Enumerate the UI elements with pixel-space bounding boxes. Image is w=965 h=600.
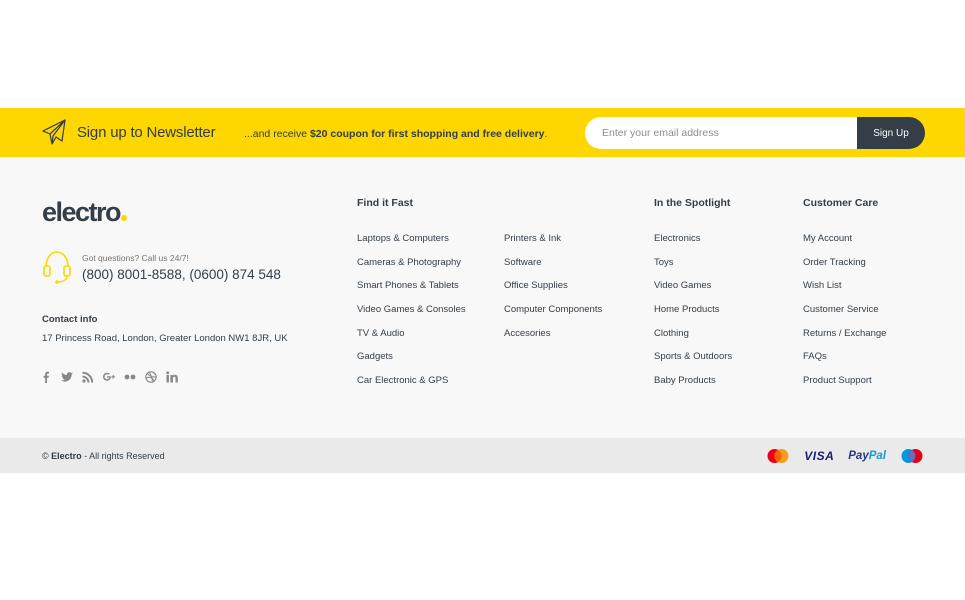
customer-care-links: My Account Order Tracking Wish List Cust… xyxy=(803,233,886,399)
footer-main: electro Got questions? Call us 24/7! (80… xyxy=(0,157,965,438)
footer-link[interactable]: Accesories xyxy=(504,328,602,352)
footer-link[interactable]: Sports & Outdoors xyxy=(654,351,732,375)
footer-link[interactable]: Computer Components xyxy=(504,304,602,328)
newsletter-promo-text: ...and receive $20 coupon for first shop… xyxy=(244,128,547,140)
newsletter-promo-suffix: . xyxy=(544,128,548,140)
support-phone-numbers: (800) 8001-8588, (0600) 874 548 xyxy=(82,267,281,282)
find-it-fast-title: Find it Fast xyxy=(357,197,413,209)
footer-link[interactable]: Laptops & Computers xyxy=(357,233,466,257)
column-spacer xyxy=(504,197,602,211)
newsletter-promo-prefix: ...and receive xyxy=(244,128,310,140)
footer-link[interactable]: Software xyxy=(504,257,602,281)
footer-link[interactable]: Product Support xyxy=(803,375,886,399)
support-caption: Got questions? Call us 24/7! xyxy=(82,253,189,263)
logo-dot xyxy=(121,215,128,221)
newsletter-form: Sign Up xyxy=(585,117,925,149)
footer-link[interactable]: Printers & Ink xyxy=(504,233,602,257)
footer-link[interactable]: Customer Service xyxy=(803,304,886,328)
footer-link[interactable]: Returns / Exchange xyxy=(803,328,886,352)
contact-address: 17 Princess Road, London, Greater London… xyxy=(42,333,288,344)
spotlight-title: In the Spotlight xyxy=(654,197,731,209)
copyright-text: © Electro - All rights Reserved xyxy=(42,451,165,461)
footer-link[interactable]: Cameras & Photography xyxy=(357,257,466,281)
footer-link[interactable]: Clothing xyxy=(654,328,732,352)
footer-link[interactable]: Video Games & Consoles xyxy=(357,304,466,328)
footer-link[interactable]: Baby Products xyxy=(654,375,732,399)
social-links xyxy=(40,370,178,383)
footer-link[interactable]: Toys xyxy=(654,257,732,281)
newsletter-email-input[interactable] xyxy=(585,117,857,149)
footer-link[interactable]: Smart Phones & Tablets xyxy=(357,280,466,304)
newsletter-promo-highlight: $20 coupon for first shopping and free d… xyxy=(309,128,545,140)
customer-care-title: Customer Care xyxy=(803,197,879,209)
flickr-icon[interactable] xyxy=(124,370,136,383)
rss-icon[interactable] xyxy=(82,370,94,383)
newsletter-title: Sign up to Newsletter xyxy=(77,124,216,141)
spotlight-column: In the Spotlight Electronics Toys Video … xyxy=(654,197,732,399)
payment-methods: VISA Pay Pal xyxy=(766,448,924,464)
spotlight-links: Electronics Toys Video Games Home Produc… xyxy=(654,233,732,399)
footer-link[interactable]: Order Tracking xyxy=(803,257,886,281)
newsletter-bar: Sign up to Newsletter ...and receive $20… xyxy=(0,108,965,157)
copyright-suffix: - All rights Reserved xyxy=(81,451,165,461)
find-it-fast-column: Find it Fast Laptops & Computers Cameras… xyxy=(357,197,466,399)
twitter-icon[interactable] xyxy=(61,370,73,383)
maestro-icon xyxy=(900,448,924,464)
footer-link[interactable]: Electronics xyxy=(654,233,732,257)
google-plus-icon[interactable] xyxy=(103,370,115,383)
mastercard-icon xyxy=(766,448,790,464)
find-it-fast-links-b: Printers & Ink Software Office Supplies … xyxy=(504,233,602,351)
find-it-fast-column-b: Printers & Ink Software Office Supplies … xyxy=(504,197,602,351)
copyright-brand-link[interactable]: Electro xyxy=(51,451,82,461)
headset-support-icon xyxy=(43,251,71,284)
footer-link[interactable]: TV & Audio xyxy=(357,328,466,352)
electro-logo[interactable]: electro xyxy=(42,197,128,228)
contact-info-title: Contact info xyxy=(42,314,98,325)
copyright-bar: © Electro - All rights Reserved VISA Pay… xyxy=(0,438,965,473)
footer-link[interactable]: Gadgets xyxy=(357,351,466,375)
linkedin-icon[interactable] xyxy=(166,370,178,383)
dribbble-icon[interactable] xyxy=(145,370,157,383)
paypal-text-b: Pal xyxy=(868,450,886,462)
customer-care-column: Customer Care My Account Order Tracking … xyxy=(803,197,886,399)
sign-up-button[interactable]: Sign Up xyxy=(857,117,925,149)
footer-link[interactable]: My Account xyxy=(803,233,886,257)
footer-link[interactable]: FAQs xyxy=(803,351,886,375)
footer-link[interactable]: Office Supplies xyxy=(504,280,602,304)
footer-link[interactable]: Home Products xyxy=(654,304,732,328)
visa-icon: VISA xyxy=(804,449,835,463)
paypal-text-a: Pay xyxy=(848,450,869,462)
paypal-icon: Pay Pal xyxy=(848,448,886,464)
logo-text: electro xyxy=(42,197,122,227)
footer-link[interactable]: Wish List xyxy=(803,280,886,304)
copyright-prefix: © xyxy=(42,451,52,461)
find-it-fast-links-a: Laptops & Computers Cameras & Photograph… xyxy=(357,233,466,399)
paper-plane-icon xyxy=(42,119,66,145)
facebook-icon[interactable] xyxy=(40,370,52,383)
footer-link[interactable]: Car Electronic & GPS xyxy=(357,375,466,399)
footer-link[interactable]: Video Games xyxy=(654,280,732,304)
